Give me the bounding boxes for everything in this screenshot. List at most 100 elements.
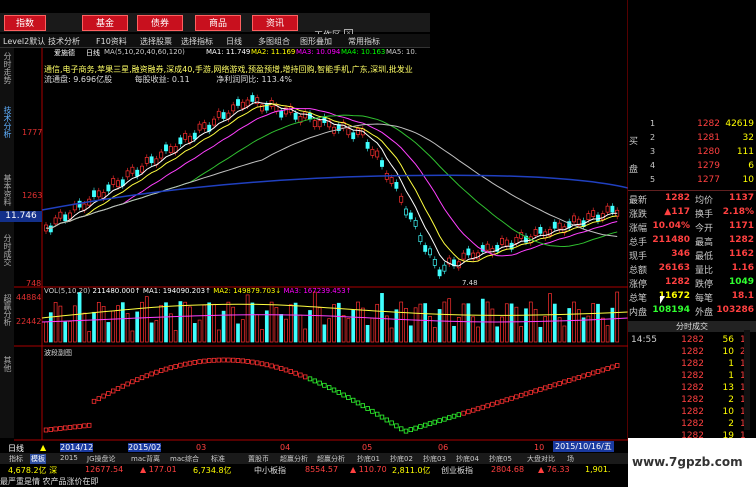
trade-row: 1282 2 1 — [681, 395, 746, 405]
wave-block — [240, 358, 245, 364]
wave-block — [581, 373, 586, 379]
volume-bar — [188, 306, 192, 343]
candle-body — [164, 144, 168, 152]
wave-block — [317, 380, 322, 386]
wave-block — [111, 388, 116, 394]
btab-super1[interactable]: 超赢分析 — [280, 454, 308, 464]
trade-row: 1282 10 1 — [681, 407, 746, 417]
volume-bar — [596, 303, 600, 343]
btab-template[interactable]: 模板 — [30, 454, 46, 464]
volume-bar — [216, 329, 221, 343]
btab-bottom2[interactable]: 抄底02 — [390, 454, 413, 464]
wave-block — [115, 386, 121, 391]
wave-block — [43, 427, 49, 433]
candle-body — [250, 95, 255, 102]
volume-bar — [240, 319, 245, 343]
candle-body — [404, 208, 408, 216]
candle-body — [351, 132, 356, 140]
trades-scrollbar[interactable] — [744, 330, 750, 430]
volume-bar — [274, 307, 279, 343]
wave-block — [326, 385, 332, 391]
volume-bar — [298, 314, 303, 343]
volume-bar — [447, 298, 452, 343]
wave-block — [408, 427, 413, 433]
wave-block — [216, 357, 221, 363]
wave-block — [197, 359, 202, 365]
wave-block — [91, 398, 97, 404]
candle-body — [413, 220, 418, 227]
volume-bar — [490, 308, 495, 343]
btab-standard[interactable]: 标准 — [211, 454, 225, 464]
btab-bottom5[interactable]: 抄底05 — [489, 454, 512, 464]
btab-2015[interactable]: 2015 — [60, 454, 78, 462]
chart-header: 爱施德 日线 MA(5,10,20,40,60,120) MA1: 11.749… — [44, 48, 454, 58]
wave-block — [547, 383, 553, 389]
btab-mac-div[interactable]: mac背离 — [131, 454, 160, 464]
trades-header[interactable]: 分时成交 — [628, 321, 756, 332]
wave-block — [264, 362, 269, 368]
wave-block — [567, 378, 572, 383]
volume-bar — [192, 323, 197, 343]
btab-field[interactable]: 场 — [567, 454, 574, 464]
volume-bar — [423, 303, 428, 343]
quote-row: 涨幅 10.04% 今开 1171 — [629, 221, 754, 234]
volume-bar — [197, 319, 202, 343]
wave-block — [331, 387, 337, 393]
volume-bar — [341, 315, 346, 343]
btab-mac-all[interactable]: mac综合 — [170, 454, 199, 464]
volume-bar — [212, 303, 216, 343]
btab-bottom4[interactable]: 抄底04 — [456, 454, 479, 464]
wave-block — [77, 423, 82, 429]
volume-bar — [226, 301, 231, 343]
candle-body — [245, 99, 250, 107]
volume-bar — [500, 316, 504, 343]
wave-block — [591, 370, 596, 376]
candle-body — [442, 264, 447, 272]
trade-row: 1282 19 1 — [681, 431, 746, 441]
volume-bar — [135, 311, 140, 343]
volume-bar — [231, 306, 236, 343]
volume-header: VOL(5,10,20) 211480.000↑ MA1: 194090.203… — [44, 287, 352, 295]
wave-block — [67, 424, 73, 430]
btab-indicator[interactable]: 指标 — [9, 454, 23, 464]
quote-row: 总手 211480 最高 1282 — [629, 235, 754, 248]
candle-body — [106, 184, 111, 192]
wave-block — [154, 369, 159, 375]
volume-bar — [312, 291, 317, 343]
quote-row: 总额 26163 量比 1.16 — [629, 263, 754, 276]
volume-bar — [288, 304, 293, 343]
candle-body — [610, 205, 615, 213]
wave-block — [446, 415, 452, 421]
btab-jg[interactable]: JG操盘论 — [87, 454, 116, 464]
volume-bar — [250, 302, 255, 343]
btab-bottom3[interactable]: 抄底03 — [423, 454, 446, 464]
volume-bar — [317, 307, 322, 343]
wave-block — [509, 395, 514, 401]
news-ticker[interactable]: 最严重是情 农产品涨价在即 — [0, 476, 628, 487]
order-row: 5 1277 10 — [650, 175, 754, 185]
btab-super2[interactable]: 超赢分析 — [317, 454, 345, 464]
candle-body — [399, 195, 404, 203]
btab-zhigu[interactable]: 置股币 — [248, 454, 269, 464]
volume-bar — [130, 330, 135, 343]
wave-block — [53, 426, 58, 432]
volume-bar — [442, 301, 447, 343]
candle-body — [418, 235, 423, 243]
ma1-value: MA1: 11.749 — [206, 48, 251, 56]
btab-compare[interactable]: 大盘对比 — [527, 454, 555, 464]
wave-block — [178, 362, 183, 368]
candle-body — [370, 149, 375, 156]
wave-block — [101, 393, 106, 399]
candle-body — [116, 180, 120, 188]
wave-block — [336, 390, 341, 395]
wave-block — [475, 406, 481, 412]
candle-body — [53, 217, 58, 225]
ma-params: MA(5,10,20,40,60,120) — [104, 48, 185, 56]
candle-body — [63, 214, 68, 222]
wave-block — [379, 414, 385, 420]
wave-block — [605, 366, 610, 371]
eps: 每股收益: 0.11 — [134, 75, 190, 84]
candle-body — [293, 112, 298, 120]
btab-bottom1[interactable]: 抄底01 — [357, 454, 380, 464]
candle-body — [586, 213, 591, 220]
